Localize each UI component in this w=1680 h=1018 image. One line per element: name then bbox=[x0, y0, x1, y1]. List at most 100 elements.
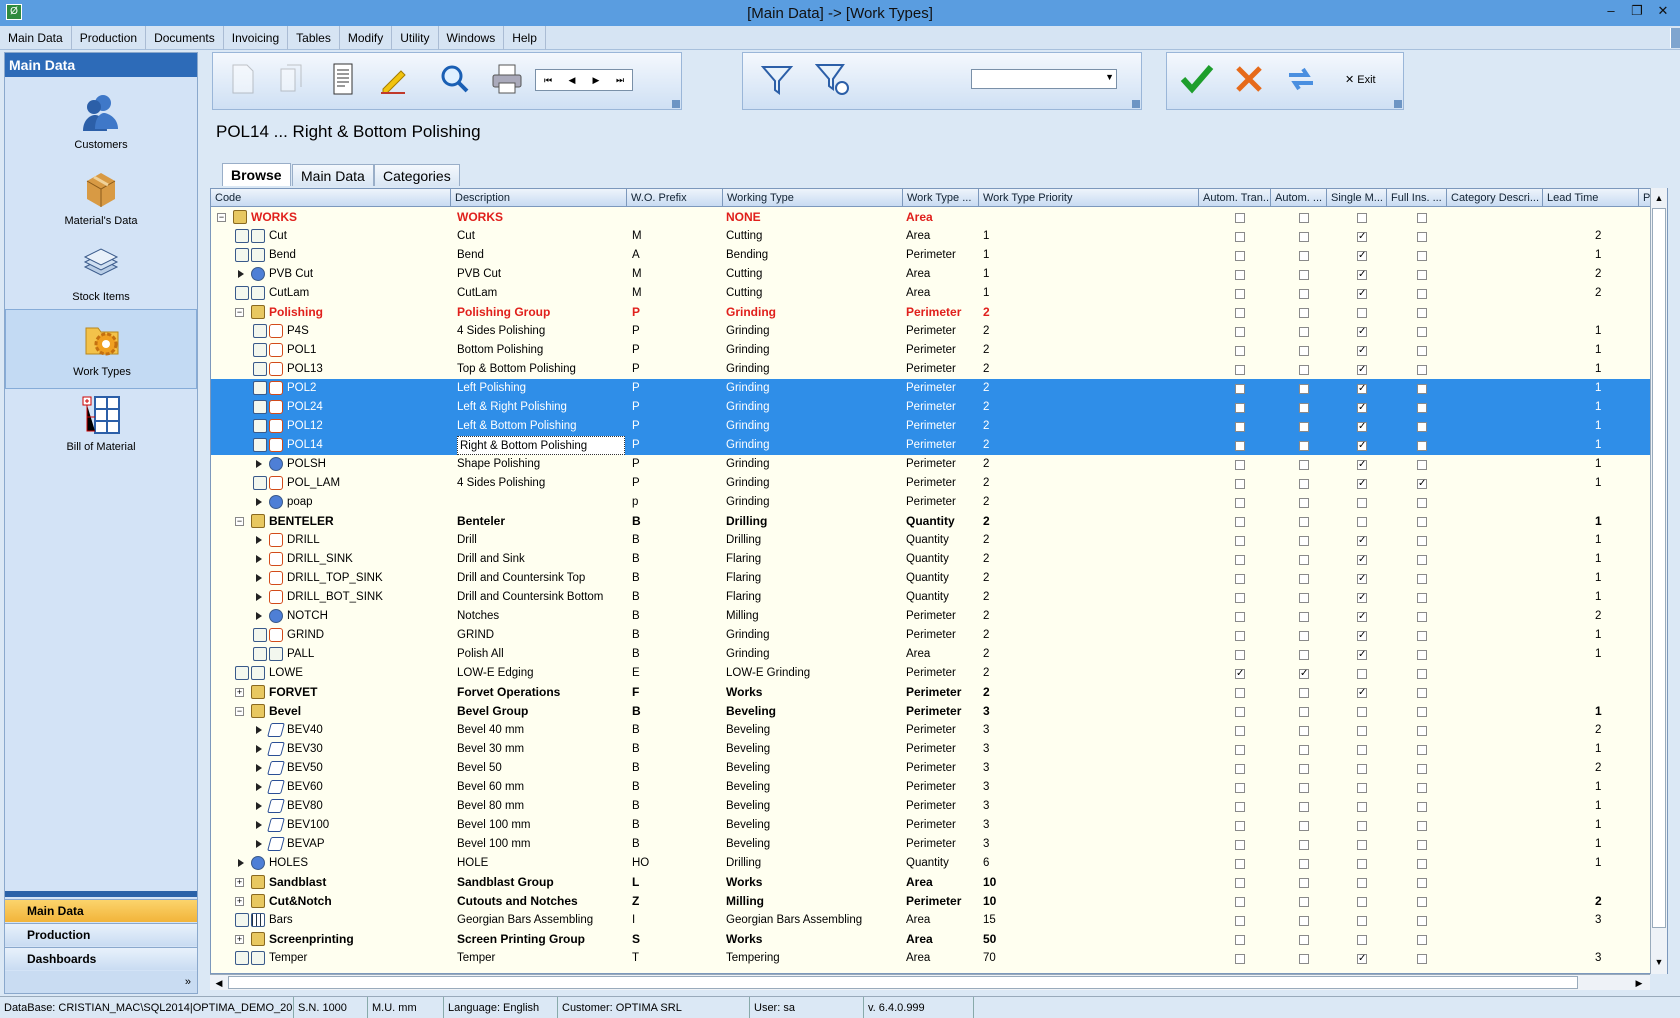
full-ins-checkbox[interactable] bbox=[1417, 612, 1427, 622]
table-row[interactable]: + Cut&Notch Cutouts and Notches Z Milling Per… bbox=[211, 892, 1667, 911]
expand-icon[interactable]: + bbox=[235, 897, 244, 906]
table-row[interactable]: BEVAP Bevel 100 mm B Beveling Perimeter 3 1 bbox=[211, 835, 1667, 854]
pane-splitter[interactable] bbox=[5, 891, 197, 897]
full-ins-checkbox[interactable] bbox=[1417, 916, 1427, 926]
scroll-down-icon[interactable]: ▼ bbox=[1652, 954, 1666, 970]
full-ins-checkbox[interactable] bbox=[1417, 688, 1427, 698]
full-ins-checkbox[interactable] bbox=[1417, 422, 1427, 432]
single-m-checkbox[interactable] bbox=[1357, 308, 1367, 318]
single-m-checkbox[interactable]: ✓ bbox=[1357, 631, 1367, 641]
autom-checkbox[interactable] bbox=[1299, 536, 1309, 546]
autom-checkbox[interactable] bbox=[1299, 916, 1309, 926]
table-row[interactable]: Cut Cut M Cutting Area 1 ✓ 2 bbox=[211, 227, 1667, 246]
full-ins-checkbox[interactable] bbox=[1417, 498, 1427, 508]
autom-tran-checkbox[interactable] bbox=[1235, 954, 1245, 964]
exit-button[interactable]: ✕ Exit bbox=[1345, 73, 1393, 95]
sidebar-item-bill-of-material[interactable]: Bill of Material bbox=[5, 385, 197, 465]
table-row[interactable]: Temper Temper T Tempering Area 70 ✓ 3 bbox=[211, 949, 1667, 968]
column-header-lead-time[interactable]: Lead Time bbox=[1543, 189, 1639, 207]
single-m-checkbox[interactable] bbox=[1357, 821, 1367, 831]
single-m-checkbox[interactable]: ✓ bbox=[1357, 289, 1367, 299]
toolbar-options-button[interactable] bbox=[1394, 100, 1402, 108]
single-m-checkbox[interactable] bbox=[1357, 840, 1367, 850]
single-m-checkbox[interactable]: ✓ bbox=[1357, 327, 1367, 337]
full-ins-checkbox[interactable] bbox=[1417, 213, 1427, 223]
autom-checkbox[interactable] bbox=[1299, 612, 1309, 622]
single-m-checkbox[interactable]: ✓ bbox=[1357, 346, 1367, 356]
autom-tran-checkbox[interactable] bbox=[1235, 346, 1245, 356]
full-ins-checkbox[interactable] bbox=[1417, 593, 1427, 603]
autom-checkbox[interactable] bbox=[1299, 251, 1309, 261]
menu-tables[interactable]: Tables bbox=[288, 26, 340, 50]
table-row[interactable]: − Bevel Bevel Group B Beveling Perimeter 3 1 bbox=[211, 702, 1667, 721]
autom-checkbox[interactable] bbox=[1299, 802, 1309, 812]
autom-checkbox[interactable] bbox=[1299, 270, 1309, 280]
toolbar-options-button[interactable] bbox=[672, 100, 680, 108]
autom-tran-checkbox[interactable] bbox=[1235, 308, 1245, 318]
autom-checkbox[interactable] bbox=[1299, 935, 1309, 945]
menu-production[interactable]: Production bbox=[72, 26, 147, 50]
tab-categories[interactable]: Categories bbox=[374, 164, 460, 186]
autom-checkbox[interactable] bbox=[1299, 213, 1309, 223]
table-row[interactable]: PALL Polish All B Grinding Area 2 ✓ 1 bbox=[211, 645, 1667, 664]
single-m-checkbox[interactable] bbox=[1357, 707, 1367, 717]
autom-checkbox[interactable] bbox=[1299, 498, 1309, 508]
single-m-checkbox[interactable] bbox=[1357, 517, 1367, 527]
table-row[interactable]: POLSH Shape Polishing P Grinding Perimeter 2 ✓… bbox=[211, 455, 1667, 474]
tab-main-data[interactable]: Main Data bbox=[292, 164, 374, 186]
autom-tran-checkbox[interactable] bbox=[1235, 574, 1245, 584]
full-ins-checkbox[interactable] bbox=[1417, 897, 1427, 907]
column-header-category-descr[interactable]: Category Descri... bbox=[1447, 189, 1543, 207]
expand-arrow-icon[interactable] bbox=[256, 821, 262, 829]
autom-tran-checkbox[interactable] bbox=[1235, 555, 1245, 565]
expand-arrow-icon[interactable] bbox=[256, 783, 262, 791]
single-m-checkbox[interactable] bbox=[1357, 498, 1367, 508]
table-row[interactable]: P4S 4 Sides Polishing P Grinding Perimeter 2 ✓… bbox=[211, 322, 1667, 341]
autom-tran-checkbox[interactable] bbox=[1235, 498, 1245, 508]
autom-tran-checkbox[interactable] bbox=[1235, 593, 1245, 603]
autom-tran-checkbox[interactable] bbox=[1235, 460, 1245, 470]
autom-tran-checkbox[interactable] bbox=[1235, 878, 1245, 888]
single-m-checkbox[interactable]: ✓ bbox=[1357, 365, 1367, 375]
autom-checkbox[interactable] bbox=[1299, 688, 1309, 698]
autom-checkbox[interactable] bbox=[1299, 764, 1309, 774]
single-m-checkbox[interactable] bbox=[1357, 916, 1367, 926]
full-ins-checkbox[interactable] bbox=[1417, 346, 1427, 356]
more-buttons-chevron[interactable]: » bbox=[5, 971, 197, 993]
table-row[interactable]: HOLES HOLE HO Drilling Quantity 6 1 bbox=[211, 854, 1667, 873]
scroll-up-icon[interactable]: ▲ bbox=[1652, 190, 1666, 206]
single-m-checkbox[interactable] bbox=[1357, 764, 1367, 774]
autom-checkbox[interactable] bbox=[1299, 574, 1309, 584]
sidebar-item-stock-items[interactable]: Stock Items bbox=[5, 235, 197, 315]
table-row[interactable]: BEV100 Bevel 100 mm B Beveling Perimeter 3 1 bbox=[211, 816, 1667, 835]
table-row[interactable]: CutLam CutLam M Cutting Area 1 ✓ 2 bbox=[211, 284, 1667, 303]
table-row[interactable]: Bars Georgian Bars Assembling I Georgian Ba… bbox=[211, 911, 1667, 930]
autom-checkbox[interactable] bbox=[1299, 441, 1309, 451]
horizontal-scroll-thumb[interactable] bbox=[228, 976, 1578, 989]
full-ins-checkbox[interactable] bbox=[1417, 954, 1427, 964]
single-m-checkbox[interactable] bbox=[1357, 859, 1367, 869]
last-record-button[interactable]: ⏭ bbox=[608, 70, 632, 90]
full-ins-checkbox[interactable] bbox=[1417, 631, 1427, 641]
new-button[interactable] bbox=[223, 61, 263, 103]
collapse-icon[interactable]: − bbox=[235, 517, 244, 526]
single-m-checkbox[interactable] bbox=[1357, 745, 1367, 755]
column-header-work-type-priority[interactable]: Work Type Priority bbox=[979, 189, 1199, 207]
full-ins-checkbox[interactable] bbox=[1417, 555, 1427, 565]
column-header-full-ins[interactable]: Full Ins. ... bbox=[1387, 189, 1447, 207]
table-row[interactable]: + Sandblast Sandblast Group L Works Area 10 bbox=[211, 873, 1667, 892]
expand-arrow-icon[interactable] bbox=[256, 840, 262, 848]
single-m-checkbox[interactable]: ✓ bbox=[1357, 422, 1367, 432]
full-ins-checkbox[interactable] bbox=[1417, 232, 1427, 242]
full-ins-checkbox[interactable] bbox=[1417, 308, 1427, 318]
table-row[interactable]: BEV50 Bevel 50 B Beveling Perimeter 3 2 bbox=[211, 759, 1667, 778]
single-m-checkbox[interactable]: ✓ bbox=[1357, 232, 1367, 242]
autom-tran-checkbox[interactable] bbox=[1235, 517, 1245, 527]
table-row[interactable]: POL_LAM 4 Sides Polishing P Grinding Perimet… bbox=[211, 474, 1667, 493]
table-row[interactable]: POL24 Left & Right Polishing P Grinding Peri… bbox=[211, 398, 1667, 417]
single-m-checkbox[interactable]: ✓ bbox=[1357, 593, 1367, 603]
clear-filter-button[interactable] bbox=[813, 61, 853, 103]
minimize-button[interactable]: – bbox=[1598, 2, 1624, 20]
first-record-button[interactable]: ⏮ bbox=[536, 70, 560, 90]
autom-checkbox[interactable] bbox=[1299, 346, 1309, 356]
